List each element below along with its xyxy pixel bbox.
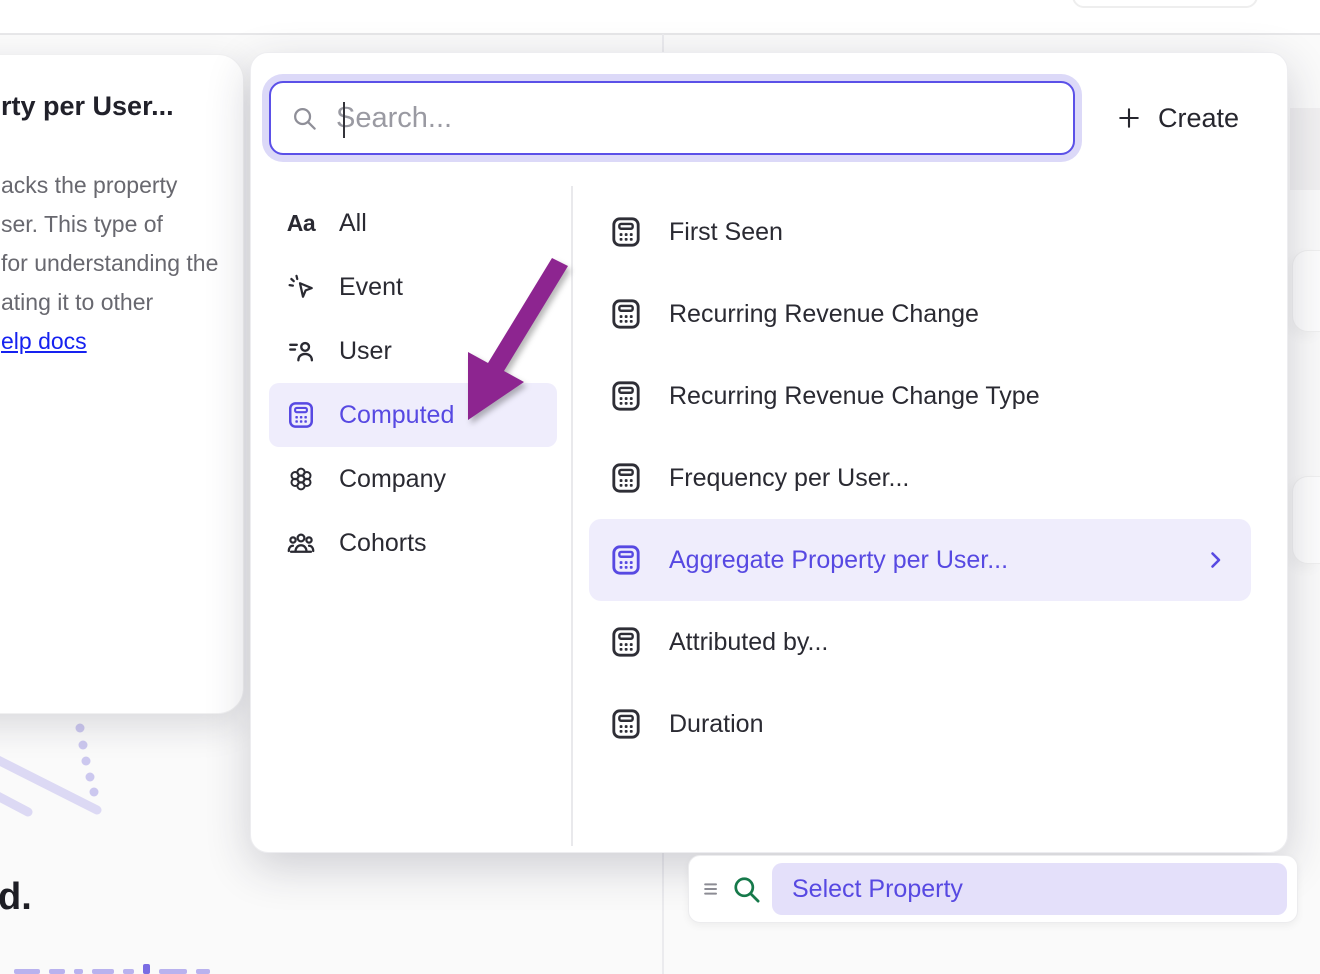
property-selector-row: Select Property xyxy=(688,855,1298,923)
background-panel-edge xyxy=(1290,108,1320,190)
category-label: All xyxy=(339,209,367,238)
property-duration[interactable]: Duration xyxy=(589,683,1251,765)
property-attributed-by[interactable]: Attributed by... xyxy=(589,601,1251,683)
letter-case-icon: Aa xyxy=(284,206,318,240)
annotation-arrow xyxy=(440,240,580,440)
property-label: Attributed by... xyxy=(669,628,828,657)
help-docs-link[interactable]: elp docs xyxy=(1,328,87,355)
background-card-edge xyxy=(1292,250,1320,332)
drag-handle-icon[interactable] xyxy=(701,879,721,899)
property-recurring-revenue-change-type[interactable]: Recurring Revenue Change Type xyxy=(589,355,1251,437)
background-card-edge xyxy=(1292,476,1320,564)
calculator-icon xyxy=(607,623,645,661)
category-label: User xyxy=(339,337,392,366)
calculator-icon xyxy=(607,459,645,497)
property-label: Recurring Revenue Change Type xyxy=(669,382,1040,411)
property-label: Frequency per User... xyxy=(669,464,909,493)
calculator-icon xyxy=(607,541,645,579)
tooltip-text-line: acks the property xyxy=(1,172,177,199)
select-property-label: Select Property xyxy=(792,875,963,904)
property-recurring-revenue-change[interactable]: Recurring Revenue Change xyxy=(589,273,1251,355)
create-button-label: Create xyxy=(1158,103,1239,134)
text-caret xyxy=(343,102,345,138)
property-aggregate-property-per-user[interactable]: Aggregate Property per User... xyxy=(589,519,1251,601)
user-list-icon xyxy=(284,334,318,368)
background-button-outline xyxy=(1072,0,1258,8)
category-cohorts[interactable]: Cohorts xyxy=(269,511,557,575)
select-property-button[interactable]: Select Property xyxy=(772,863,1287,915)
category-label: Event xyxy=(339,273,403,302)
category-label: Cohorts xyxy=(339,529,427,558)
cohorts-icon xyxy=(284,526,318,560)
property-first-seen[interactable]: First Seen xyxy=(589,191,1251,273)
chevron-right-icon xyxy=(1203,548,1227,572)
calculator-icon xyxy=(284,398,318,432)
category-label: Company xyxy=(339,465,446,494)
property-selector-modal: Create Aa All Event xyxy=(250,52,1288,853)
tooltip-title: rty per User... xyxy=(1,91,174,122)
property-search-icon xyxy=(731,874,762,905)
property-label: First Seen xyxy=(669,218,783,247)
property-tooltip-card: rty per User... acks the property ser. T… xyxy=(0,54,244,714)
search-field[interactable] xyxy=(269,81,1075,155)
search-input[interactable] xyxy=(336,102,1053,135)
cutoff-heading: d. xyxy=(0,876,32,919)
create-button[interactable]: Create xyxy=(1107,95,1247,141)
category-label: Computed xyxy=(339,401,454,430)
property-list: First Seen Recurring Revenue Change xyxy=(589,191,1251,765)
cursor-click-icon xyxy=(284,270,318,304)
property-label: Aggregate Property per User... xyxy=(669,546,1008,575)
calculator-icon xyxy=(607,213,645,251)
plus-icon xyxy=(1115,104,1143,132)
tooltip-text-line: for understanding the xyxy=(1,250,218,277)
property-label: Duration xyxy=(669,710,764,739)
calculator-icon xyxy=(607,377,645,415)
search-icon xyxy=(291,105,318,132)
top-divider-line xyxy=(0,33,1320,35)
category-company[interactable]: Company xyxy=(269,447,557,511)
calculator-icon xyxy=(607,705,645,743)
tooltip-text-line: ser. This type of xyxy=(1,211,163,238)
cropped-link-text xyxy=(14,966,210,974)
calculator-icon xyxy=(607,295,645,333)
property-label: Recurring Revenue Change xyxy=(669,300,979,329)
company-icon xyxy=(284,462,318,496)
tooltip-text-line: ating it to other xyxy=(1,289,153,316)
chart-doodle-illustration xyxy=(0,718,130,848)
property-frequency-per-user[interactable]: Frequency per User... xyxy=(589,437,1251,519)
